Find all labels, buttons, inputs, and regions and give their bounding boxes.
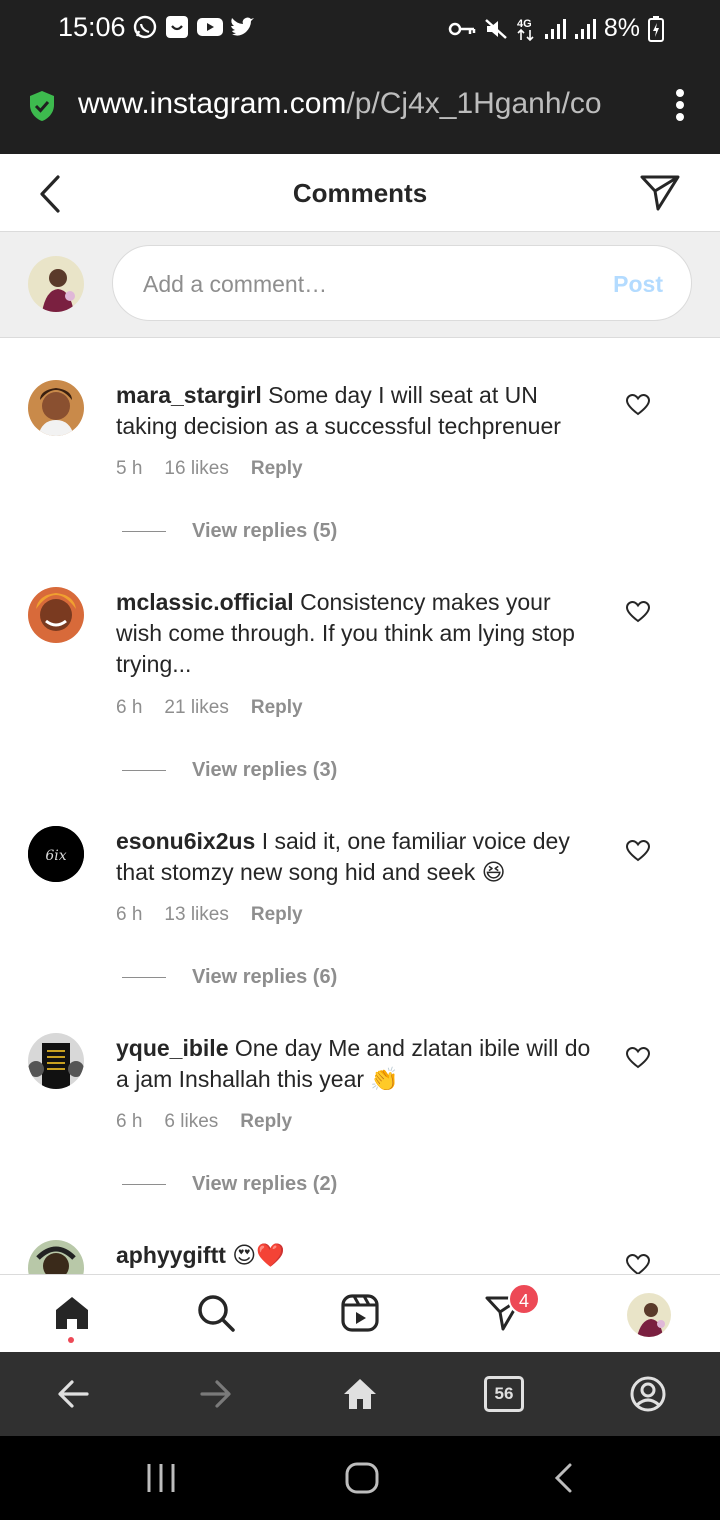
instagram-bottom-nav: 4 xyxy=(0,1274,720,1352)
mute-icon xyxy=(485,18,507,39)
reply-button[interactable]: Reply xyxy=(240,1111,292,1133)
view-replies-button[interactable]: View replies (2) xyxy=(122,1173,337,1196)
signal-icon xyxy=(544,18,566,39)
comment-username[interactable]: mclassic.official xyxy=(116,589,294,615)
comments-list: mara_stargirl Some day I will seat at UN… xyxy=(0,338,720,1274)
comment-username[interactable]: aphyygiftt xyxy=(116,1242,226,1268)
comment-text: yque_ibile One day Me and zlatan ibile w… xyxy=(116,1033,601,1095)
comment-text: esonu6ix2us I said it, one familiar voic… xyxy=(116,826,601,888)
back-arrow-icon[interactable] xyxy=(56,1374,90,1414)
comment-meta: 6 h 6 likes Reply xyxy=(116,1111,292,1133)
comment-input[interactable]: Add a comment… Post xyxy=(112,245,692,321)
share-send-icon[interactable] xyxy=(640,174,680,212)
home-icon[interactable] xyxy=(52,1293,92,1333)
tabs-count-label: 56 xyxy=(494,1384,514,1403)
comment-username[interactable]: esonu6ix2us xyxy=(116,828,255,854)
android-nav-bar xyxy=(0,1436,720,1520)
notification-icons xyxy=(132,14,256,40)
like-heart-icon[interactable] xyxy=(626,394,650,416)
comments-header: Comments xyxy=(0,154,720,232)
system-icons: 4G 8% xyxy=(448,14,664,43)
reply-button[interactable]: Reply xyxy=(251,697,303,719)
account-icon[interactable] xyxy=(629,1374,667,1414)
reply-button[interactable]: Reply xyxy=(251,458,303,480)
comment-input-placeholder: Add a comment… xyxy=(143,271,328,297)
comment-avatar[interactable] xyxy=(28,587,84,643)
view-replies-label: View replies (2) xyxy=(192,1173,338,1195)
direct-badge: 4 xyxy=(508,1283,540,1315)
tabs-icon[interactable]: 56 xyxy=(484,1376,524,1412)
reply-button[interactable]: Reply xyxy=(251,904,303,926)
view-replies-button[interactable]: View replies (3) xyxy=(122,759,337,782)
home-active-dot xyxy=(68,1337,74,1343)
view-replies-label: View replies (6) xyxy=(192,966,338,988)
battery-charging-icon xyxy=(648,15,664,42)
comment-avatar[interactable] xyxy=(28,380,84,436)
whatsapp-icon xyxy=(133,15,157,39)
home-icon[interactable] xyxy=(345,1462,379,1494)
page-title: Comments xyxy=(292,178,428,208)
replies-divider xyxy=(122,1184,166,1185)
status-bar: 15:06 4G 8% xyxy=(0,0,720,58)
comment-likes[interactable]: 13 likes xyxy=(164,904,228,926)
comment-avatar[interactable]: 6ix xyxy=(28,826,84,882)
reels-icon[interactable] xyxy=(340,1293,380,1333)
secure-shield-icon[interactable] xyxy=(28,90,56,122)
comment-meta: 5 h 16 likes Reply xyxy=(116,458,303,480)
replies-divider xyxy=(122,531,166,532)
search-icon[interactable] xyxy=(196,1293,236,1333)
comment-meta: 6 h 13 likes Reply xyxy=(116,904,303,926)
comment-text: mclassic.official Consistency makes your… xyxy=(116,587,601,680)
forward-arrow-icon[interactable] xyxy=(199,1374,233,1414)
post-button[interactable]: Post xyxy=(613,271,663,298)
signal-icon xyxy=(574,18,596,39)
recents-icon[interactable] xyxy=(146,1462,176,1494)
comment-time: 6 h xyxy=(116,697,143,718)
comment-meta: 6 h 21 likes Reply xyxy=(116,697,303,719)
youtube-icon xyxy=(197,18,223,36)
instagram-icon xyxy=(166,16,188,38)
comment-body: 😍❤️ xyxy=(232,1242,285,1268)
like-heart-icon[interactable] xyxy=(626,1047,650,1069)
avatar-text: 6ix xyxy=(45,848,66,864)
view-replies-label: View replies (3) xyxy=(192,759,338,781)
comment-likes[interactable]: 16 likes xyxy=(164,458,228,480)
url-path: /p/Cj4x_1Hganh/co xyxy=(346,87,602,120)
like-heart-icon[interactable] xyxy=(626,601,650,623)
comment-avatar[interactable] xyxy=(28,1240,84,1274)
view-replies-button[interactable]: View replies (5) xyxy=(122,520,337,543)
current-user-avatar xyxy=(28,256,84,312)
svg-text:4G: 4G xyxy=(517,18,532,30)
comment-text: aphyygiftt 😍❤️ xyxy=(116,1240,601,1271)
comment-username[interactable]: mara_stargirl xyxy=(116,382,262,408)
back-icon[interactable] xyxy=(552,1462,576,1494)
replies-divider xyxy=(122,770,166,771)
url-field[interactable]: www.instagram.com/p/Cj4x_1Hganh/co xyxy=(78,87,658,121)
browser-menu-icon[interactable] xyxy=(674,88,686,122)
comment-likes[interactable]: 21 likes xyxy=(164,697,228,719)
twitter-icon xyxy=(231,17,254,36)
status-time: 15:06 xyxy=(58,12,126,42)
add-comment-bar: Add a comment… Post xyxy=(0,232,720,338)
comment-avatar[interactable] xyxy=(28,1033,84,1089)
browser-url-bar: www.instagram.com/p/Cj4x_1Hganh/co xyxy=(0,58,720,154)
profile-avatar[interactable] xyxy=(627,1293,671,1337)
battery-percent: 8% xyxy=(603,14,640,42)
replies-divider xyxy=(122,977,166,978)
url-host: www.instagram.com xyxy=(78,87,347,120)
like-heart-icon[interactable] xyxy=(626,840,650,862)
vpn-key-icon xyxy=(448,22,476,35)
comment-time: 5 h xyxy=(116,458,143,479)
view-replies-button[interactable]: View replies (6) xyxy=(122,966,337,989)
4g-icon: 4G xyxy=(517,18,534,41)
view-replies-label: View replies (5) xyxy=(192,520,338,542)
comment-time: 6 h xyxy=(116,1111,143,1132)
home-icon[interactable] xyxy=(342,1374,378,1414)
comment-text: mara_stargirl Some day I will seat at UN… xyxy=(116,380,601,442)
browser-bottom-bar: 56 xyxy=(0,1352,720,1436)
like-heart-icon[interactable] xyxy=(626,1254,650,1274)
comment-likes[interactable]: 6 likes xyxy=(164,1111,218,1133)
comment-time: 6 h xyxy=(116,904,143,925)
comment-username[interactable]: yque_ibile xyxy=(116,1035,228,1061)
